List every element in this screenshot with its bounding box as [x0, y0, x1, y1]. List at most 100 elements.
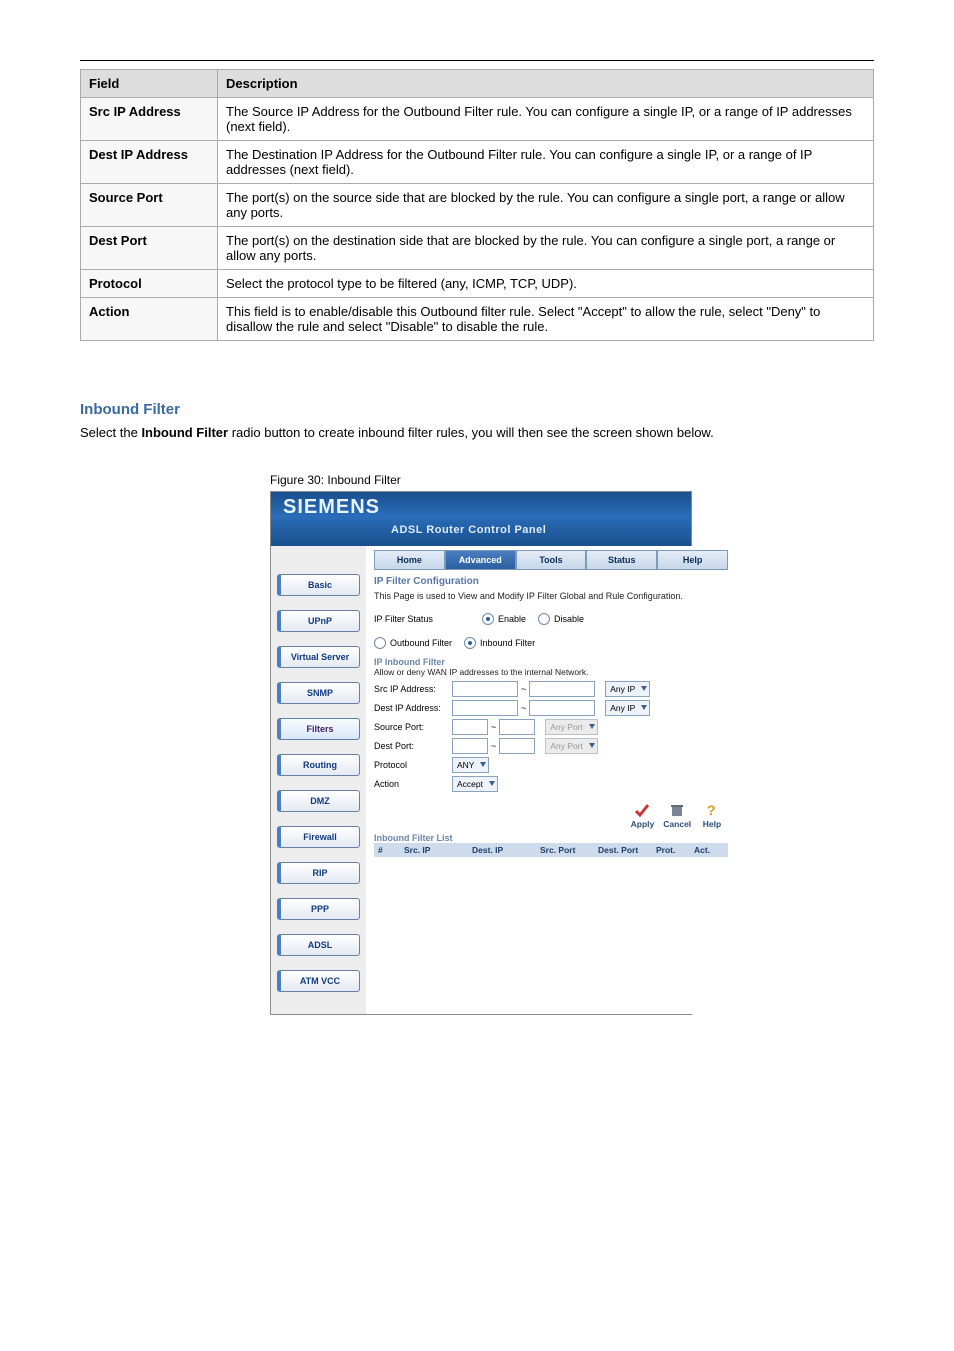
src-ip-input-1[interactable] [452, 681, 518, 697]
field-desc: The Destination IP Address for the Outbo… [218, 141, 874, 184]
field-desc: The port(s) on the source side that are … [218, 184, 874, 227]
brand-logo: SIEMENS [283, 496, 380, 519]
page-desc: This Page is used to View and Modify IP … [374, 591, 728, 601]
field-name: Dest Port [81, 227, 218, 270]
col-field: Field [81, 70, 218, 98]
sidebar-item-dmz[interactable]: DMZ [277, 790, 360, 812]
section-body-bold: Inbound Filter [141, 425, 228, 440]
list-columns: #Src. IPDest. IPSrc. PortDest. PortProt.… [374, 843, 728, 857]
protocol-select[interactable]: ANY [452, 757, 489, 773]
field-name: Protocol [81, 270, 218, 298]
status-enable-label: Enable [498, 614, 526, 624]
sidebar-item-virtual-server[interactable]: Virtual Server [277, 646, 360, 668]
list-col: Dest. Port [594, 845, 652, 855]
src-port-input-1[interactable] [452, 719, 488, 735]
inbound-radio[interactable] [464, 637, 476, 649]
dest-port-select[interactable]: Any Port [545, 738, 598, 754]
tab-advanced[interactable]: Advanced [445, 550, 516, 570]
list-col: Src. IP [400, 845, 468, 855]
status-disable-radio[interactable] [538, 613, 550, 625]
section-heading: Inbound Filter [80, 401, 874, 418]
help-button[interactable]: ? Help [696, 802, 728, 829]
list-heading: Inbound Filter List [374, 833, 728, 843]
table-row: ActionThis field is to enable/disable th… [81, 298, 874, 341]
router-control-panel: SIEMENS ADSL Router Control Panel Basic U… [270, 491, 692, 1015]
direction-row: Outbound Filter Inbound Filter [374, 637, 728, 649]
filter-status-label: IP Filter Status [374, 614, 452, 624]
action-select[interactable]: Accept [452, 776, 498, 792]
table-row: ProtocolSelect the protocol type to be f… [81, 270, 874, 298]
sidebar-item-snmp[interactable]: SNMP [277, 682, 360, 704]
action-buttons: Apply Cancel ? Help [374, 802, 728, 829]
protocol-label: Protocol [374, 760, 452, 770]
src-ip-input-2[interactable] [529, 681, 595, 697]
banner-subtitle: ADSL Router Control Panel [391, 524, 546, 536]
figure-caption: Figure 30: Inbound Filter [270, 473, 874, 487]
tab-home[interactable]: Home [374, 550, 445, 570]
inbound-note: Allow or deny WAN IP addresses to the in… [374, 667, 728, 677]
src-ip-label: Src IP Address: [374, 684, 452, 694]
field-desc: The Source IP Address for the Outbound F… [218, 98, 874, 141]
topnav: HomeAdvancedToolsStatusHelp [374, 550, 728, 570]
table-row: Dest PortThe port(s) on the destination … [81, 227, 874, 270]
svg-text:?: ? [707, 802, 716, 818]
field-desc: The port(s) on the destination side that… [218, 227, 874, 270]
list-col: Act. [690, 845, 728, 855]
outbound-label: Outbound Filter [390, 638, 452, 648]
sidebar-item-routing[interactable]: Routing [277, 754, 360, 776]
table-row: Dest IP AddressThe Destination IP Addres… [81, 141, 874, 184]
cancel-button[interactable]: Cancel [661, 802, 693, 829]
status-disable-label: Disable [554, 614, 584, 624]
divider [80, 60, 874, 61]
sidebar-item-rip[interactable]: RIP [277, 862, 360, 884]
sidebar-item-adsl[interactable]: ADSL [277, 934, 360, 956]
dest-port-input-1[interactable] [452, 738, 488, 754]
sidebar-item-firewall[interactable]: Firewall [277, 826, 360, 848]
list-col: Src. Port [536, 845, 594, 855]
tab-tools[interactable]: Tools [516, 550, 587, 570]
dest-ip-select[interactable]: Any IP [605, 700, 650, 716]
src-port-select[interactable]: Any Port [545, 719, 598, 735]
status-enable-radio[interactable] [482, 613, 494, 625]
sidebar-item-basic[interactable]: Basic [277, 574, 360, 596]
apply-button[interactable]: Apply [626, 802, 658, 829]
table-row: Src IP AddressThe Source IP Address for … [81, 98, 874, 141]
page-title: IP Filter Configuration [374, 576, 728, 587]
content-area: HomeAdvancedToolsStatusHelp IP Filter Co… [366, 546, 736, 1014]
list-col: Prot. [652, 845, 690, 855]
field-name: Src IP Address [81, 98, 218, 141]
table-row: Source PortThe port(s) on the source sid… [81, 184, 874, 227]
dest-ip-label: Dest IP Address: [374, 703, 452, 713]
dest-ip-input-2[interactable] [529, 700, 595, 716]
dest-port-input-2[interactable] [499, 738, 535, 754]
sidebar: Basic UPnP Virtual Server SNMP Filters Routin… [271, 546, 366, 1014]
sidebar-item-filters[interactable]: Filters [277, 718, 360, 740]
outbound-radio[interactable] [374, 637, 386, 649]
list-col: # [374, 845, 400, 855]
field-name: Dest IP Address [81, 141, 218, 184]
sidebar-item-ppp[interactable]: PPP [277, 898, 360, 920]
tab-help[interactable]: Help [657, 550, 728, 570]
sidebar-item-upnp[interactable]: UPnP [277, 610, 360, 632]
action-label: Action [374, 779, 452, 789]
dest-ip-input-1[interactable] [452, 700, 518, 716]
section-body-before: Select the [80, 425, 141, 440]
section-body-after: radio button to create inbound filter ru… [228, 425, 714, 440]
field-name: Action [81, 298, 218, 341]
src-port-label: Source Port: [374, 722, 452, 732]
list-col: Dest. IP [468, 845, 536, 855]
col-desc: Description [218, 70, 874, 98]
src-port-input-2[interactable] [499, 719, 535, 735]
src-ip-select[interactable]: Any IP [605, 681, 650, 697]
banner: SIEMENS ADSL Router Control Panel [271, 492, 691, 546]
trash-icon [669, 802, 685, 818]
sidebar-item-atm-vcc[interactable]: ATM VCC [277, 970, 360, 992]
field-desc: Select the protocol type to be filtered … [218, 270, 874, 298]
fields-table: Field Description Src IP AddressThe Sour… [80, 69, 874, 341]
inbound-label: Inbound Filter [480, 638, 535, 648]
section-body: Select the Inbound Filter radio button t… [80, 424, 874, 443]
tab-status[interactable]: Status [586, 550, 657, 570]
inbound-subtitle: IP Inbound Filter [374, 657, 728, 667]
field-desc: This field is to enable/disable this Out… [218, 298, 874, 341]
field-name: Source Port [81, 184, 218, 227]
